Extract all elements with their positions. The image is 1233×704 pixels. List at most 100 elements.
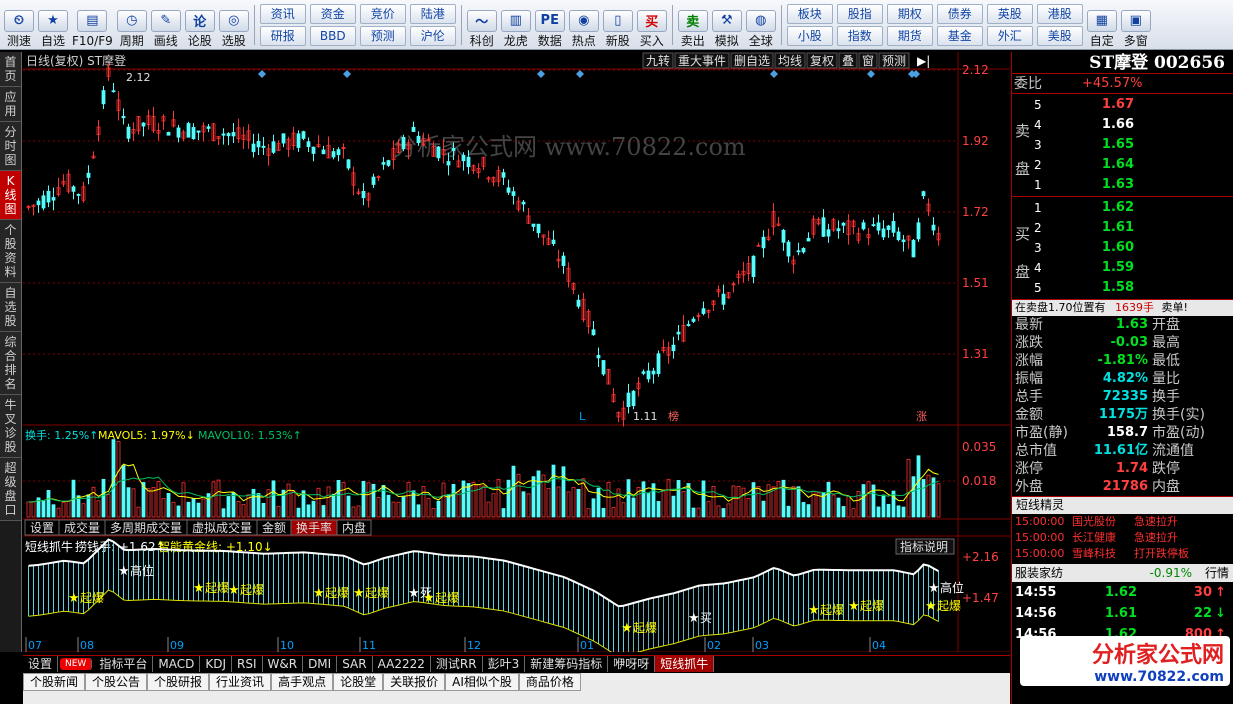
toolbar-button-6[interactable]: ◎ 选股 [217,2,251,48]
ind-legend-a: 短线抓牛 [25,539,73,554]
indicator-tab-8[interactable]: SAR [337,656,373,672]
volume-bar [601,507,606,518]
info-tab-6[interactable]: 关联报价 [383,673,446,691]
toolbar-button-13[interactable]: 卖卖出 [676,2,710,48]
toolbar-button-1[interactable]: ★ 自选 [36,2,70,48]
toolbar-small-button[interactable]: 英股 [986,3,1033,24]
toolbar-button-15[interactable]: ◍ 全球 [744,2,778,48]
info-tab-4[interactable]: 高手观点 [271,673,334,691]
toolbar-small-button[interactable]: 指数 [836,25,883,46]
kline-chart-area[interactable]: 日线(复权) ST摩登 九转 重大事件 删自选 均线 复权叠窗预测 ▶| 2.12 1.92 1.… [23,52,1010,652]
stat-value: 11.61亿 [1093,443,1148,458]
left-tab-0[interactable]: 首页 [0,52,21,87]
sell-level[interactable]: 3 1.65 [1012,135,1233,155]
toolbar-small-button[interactable]: 美股 [1036,25,1083,46]
indicator-tab-9[interactable]: AA2222 [373,656,431,672]
toolbar-small-button[interactable]: 基金 [936,25,983,46]
candle-body [761,236,766,249]
toolbar-button-12[interactable]: 买买入 [635,2,669,48]
stat-label2: 开盘 [1152,317,1180,333]
info-tab-3[interactable]: 行业资讯 [209,673,272,691]
toolbar-button-10[interactable]: ◉ 热点 [567,2,601,48]
indicator-tab-0[interactable]: 设置 [23,656,59,672]
toolbar-small-button[interactable]: 资讯 [259,3,306,24]
info-tab-0[interactable]: 个股新闻 [23,673,86,691]
toolbar-button-0[interactable]: ⏲ 测速 [2,2,36,48]
left-tab-7[interactable]: 牛叉诊股 [0,395,21,458]
indicator-tab-10[interactable]: 测试RR [431,656,483,672]
toolbar-small-button[interactable]: 研报 [259,25,306,46]
sell-level[interactable]: 1 1.63 [1012,175,1233,195]
toolbar-button-3[interactable]: ◷ 周期 [115,2,149,48]
indicator-tab-3[interactable]: MACD [153,656,201,672]
indicator-tab-5[interactable]: RSI [232,656,263,672]
toolbar-button-16[interactable]: ▦ 自定 [1085,2,1119,48]
sector-name[interactable]: 服装家纺 [1012,564,1102,582]
left-tab-1[interactable]: 应用 [0,87,21,122]
buy-level[interactable]: 5 1.58 [1012,278,1233,298]
info-tab-8[interactable]: 商品价格 [518,673,581,691]
left-tab-2[interactable]: 分时图 [0,122,21,171]
left-tab-6[interactable]: 综合排名 [0,332,21,395]
toolbar-small-button[interactable]: 沪伦 [409,25,456,46]
toolbar-button-17[interactable]: ▣ 多窗 [1119,2,1153,48]
buy-level[interactable]: 4 1.59 [1012,258,1233,278]
toolbar-small-button[interactable]: 外汇 [986,25,1033,46]
stat-row: 最新 1.63 开盘 [1012,316,1233,334]
info-tab-7[interactable]: AI相似个股 [445,673,519,691]
indicator-tab-2[interactable]: 指标平台 [94,656,154,672]
left-tab-4[interactable]: 个股资料 [0,220,21,283]
indicator-tab-12[interactable]: 新建筹码指标 [525,656,609,672]
toolbar-button-14[interactable]: ⚒ 模拟 [710,2,744,48]
sprite-item[interactable]: 15:00:00 长江健康 急速拉升 [1012,530,1233,546]
toolbar-small-button[interactable]: 预测 [359,25,406,46]
indicator-tab-6[interactable]: W&R [263,656,304,672]
left-tab-5[interactable]: 自选股 [0,283,21,332]
sector-button[interactable]: 行情 [1192,564,1233,582]
indicator-tab-14[interactable]: 短线抓牛 [655,656,715,672]
toolbar-small-button[interactable]: 资金 [309,3,356,24]
toolbar-button-11[interactable]: ▯ 新股 [601,2,635,48]
sell-level[interactable]: 4 1.66 [1012,115,1233,135]
toolbar-button-4[interactable]: ✎ 画线 [149,2,183,48]
indicator-tab-7[interactable]: DMI [303,656,338,672]
toolbar-button-7[interactable]: 〜科创 [465,2,499,48]
toolbar-small-button[interactable]: 港股 [1036,3,1083,24]
weibi-label: 委比 [1014,76,1042,92]
kline-svg[interactable]: 日线(复权) ST摩登 九转 重大事件 删自选 均线 复权叠窗预测 ▶| 2.12 1.92 1.… [23,52,1010,652]
indicator-tab-13[interactable]: 咿呀呀 [608,656,656,672]
toolbar-button-8[interactable]: ▥ 龙虎 [499,2,533,48]
sprite-item[interactable]: 15:00:00 雪峰科技 打开跌停板 [1012,546,1233,562]
indicator-tab-11[interactable]: 彭叶3 [483,656,526,672]
info-tab-1[interactable]: 个股公告 [85,673,148,691]
stat-label: 市盈(静) [1015,425,1068,441]
toolbar-small-button[interactable]: 小股 [786,25,833,46]
order-note: 在卖盘1.70位置有 1639手 卖单! [1012,300,1233,316]
buy-level[interactable]: 2 1.61 [1012,218,1233,238]
toolbar-small-button[interactable]: BBD [309,25,356,46]
sell-level[interactable]: 5 1.67 [1012,95,1233,115]
toolbar-button-2[interactable]: ▤ F10/F9 [70,2,115,48]
indicator-tab-4[interactable]: KDJ [200,656,232,672]
ind-tick: +1.47 [962,591,999,605]
toolbar-button-5[interactable]: 论论股 [183,2,217,48]
sell-level[interactable]: 2 1.64 [1012,155,1233,175]
toolbar-small-button[interactable]: 股指 [836,3,883,24]
buy-level[interactable]: 3 1.60 [1012,238,1233,258]
toolbar-small-button[interactable]: 板块 [786,3,833,24]
toolbar-button-9[interactable]: PE 数据 [533,2,567,48]
toolbar-small-button[interactable]: 陆港 [409,3,456,24]
toolbar-small-button[interactable]: 债券 [936,3,983,24]
indicator-tab-1[interactable]: NEW [60,658,93,670]
toolbar-small-button[interactable]: 期权 [886,3,933,24]
candle-body [86,172,91,178]
toolbar-small-button[interactable]: 期货 [886,25,933,46]
buy-level[interactable]: 1 1.62 [1012,198,1233,218]
left-tab-3[interactable]: K线图 [0,171,21,220]
info-tab-5[interactable]: 论股堂 [333,673,384,691]
toolbar-small-button[interactable]: 竞价 [359,3,406,24]
candle-body [451,148,456,151]
sprite-item[interactable]: 15:00:00 国光股份 急速拉升 [1012,514,1233,530]
left-tab-8[interactable]: 超级盘口 [0,458,21,521]
info-tab-2[interactable]: 个股研报 [147,673,210,691]
